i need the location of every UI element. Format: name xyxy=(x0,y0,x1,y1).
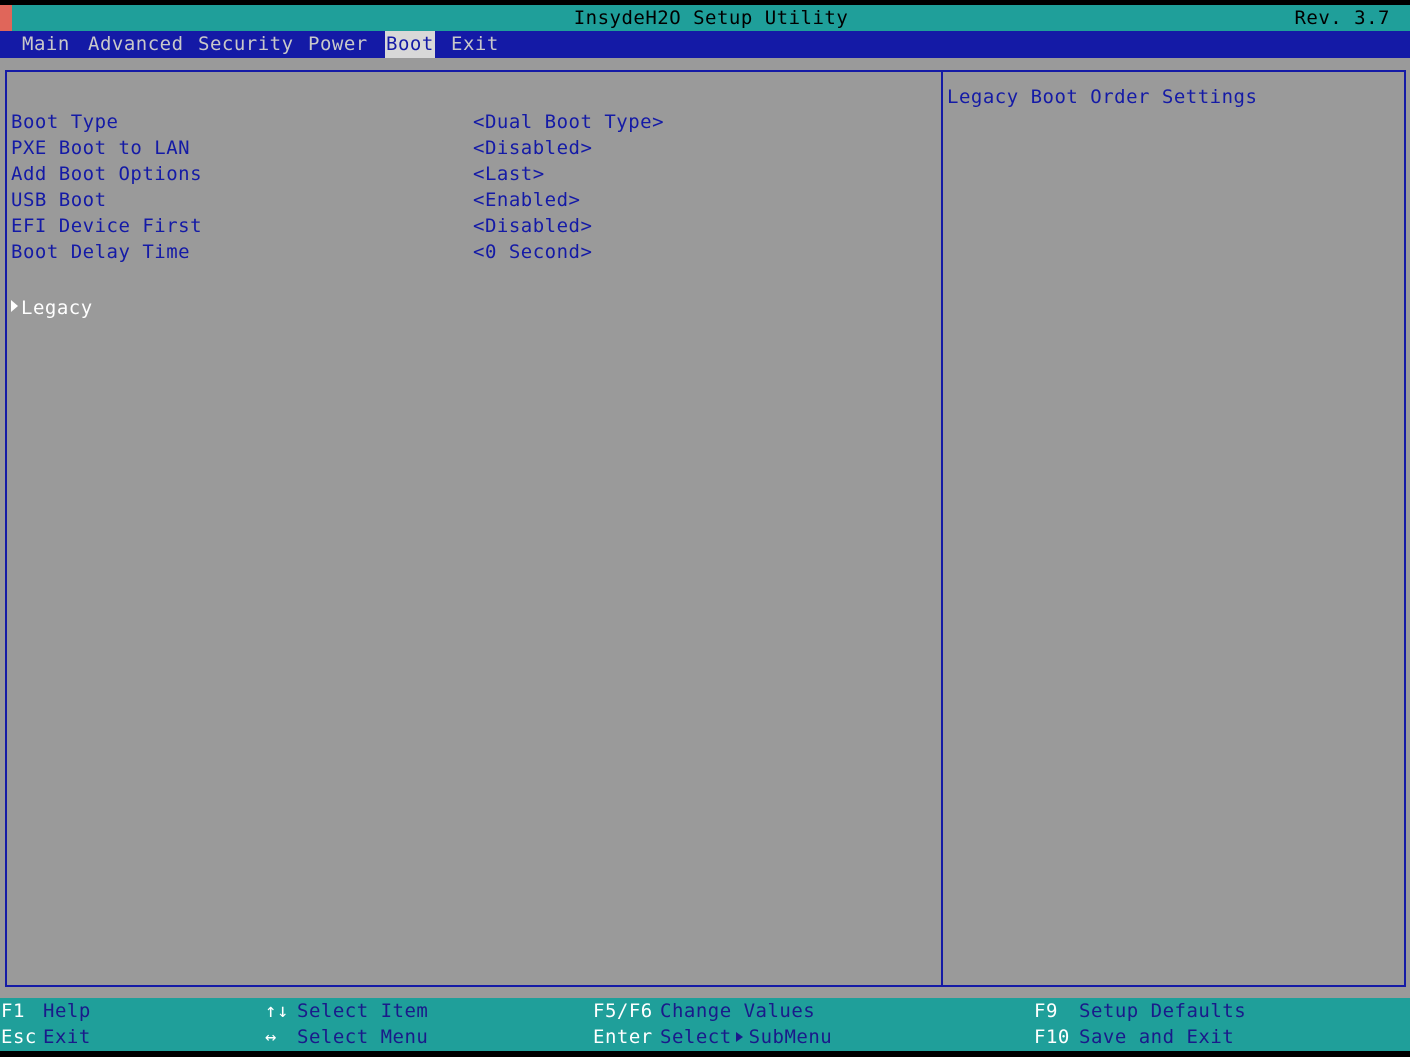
help-panel xyxy=(941,70,1406,987)
submenu-text: SubMenu xyxy=(748,1026,833,1048)
help-description: Legacy Boot Order Settings xyxy=(947,86,1258,108)
corner-mark xyxy=(0,5,12,31)
submenu-legacy[interactable]: Legacy xyxy=(11,297,93,319)
settings-content: Boot Type <Dual Boot Type> PXE Boot to L… xyxy=(0,58,1410,998)
usb-boot-value[interactable]: <Enabled> xyxy=(473,189,580,211)
tab-main[interactable]: Main xyxy=(21,31,71,58)
select-text: Select xyxy=(660,1026,732,1048)
left-right-arrows-icon: ↔ xyxy=(265,1026,277,1048)
select-menu-label: Select Menu xyxy=(297,1026,429,1048)
boot-type-label[interactable]: Boot Type xyxy=(11,111,118,133)
add-boot-options-label[interactable]: Add Boot Options xyxy=(11,163,202,185)
boot-type-value[interactable]: <Dual Boot Type> xyxy=(473,111,664,133)
f1-help-label: Help xyxy=(43,1000,91,1022)
esc-key: Esc xyxy=(1,1026,37,1048)
save-and-exit-label: Save and Exit xyxy=(1079,1026,1235,1048)
efi-device-first-value[interactable]: <Disabled> xyxy=(473,215,592,237)
enter-key: Enter xyxy=(593,1026,653,1048)
tab-power[interactable]: Power xyxy=(307,31,369,58)
f10-key: F10 xyxy=(1034,1026,1070,1048)
screen-frame-bottom xyxy=(0,1051,1410,1057)
title-bar: InsydeH2O Setup Utility Rev. 3.7 xyxy=(12,5,1410,31)
pxe-boot-value[interactable]: <Disabled> xyxy=(473,137,592,159)
f9-key: F9 xyxy=(1034,1000,1058,1022)
tab-exit[interactable]: Exit xyxy=(450,31,500,58)
change-values-label: Change Values xyxy=(660,1000,816,1022)
tab-advanced[interactable]: Advanced xyxy=(87,31,185,58)
f1-key: F1 xyxy=(1,1000,25,1022)
submenu-legacy-label: Legacy xyxy=(21,297,93,319)
tab-boot[interactable]: Boot xyxy=(385,31,435,58)
setup-defaults-label: Setup Defaults xyxy=(1079,1000,1247,1022)
boot-delay-time-value[interactable]: <0 Second> xyxy=(473,241,592,263)
usb-boot-label[interactable]: USB Boot xyxy=(11,189,107,211)
boot-delay-time-label[interactable]: Boot Delay Time xyxy=(11,241,190,263)
up-down-arrows-icon: ↑↓ xyxy=(265,1000,289,1022)
select-item-label: Select Item xyxy=(297,1000,429,1022)
revision-label: Rev. 3.7 xyxy=(1294,7,1390,29)
key-help-footer: F1 Help Esc Exit ↑↓ Select Item ↔ Select… xyxy=(0,998,1410,1051)
f5-f6-key: F5/F6 xyxy=(593,1000,653,1022)
add-boot-options-value[interactable]: <Last> xyxy=(473,163,545,185)
utility-title: InsydeH2O Setup Utility xyxy=(573,7,849,29)
select-submenu-label: Select SubMenu xyxy=(660,1026,832,1048)
esc-exit-label: Exit xyxy=(43,1026,91,1048)
efi-device-first-label[interactable]: EFI Device First xyxy=(11,215,202,237)
pxe-boot-label[interactable]: PXE Boot to LAN xyxy=(11,137,190,159)
menu-bar: Main Advanced Security Power Boot Exit xyxy=(0,31,1410,58)
tab-security[interactable]: Security xyxy=(197,31,295,58)
triangle-right-icon xyxy=(735,1032,743,1042)
triangle-right-icon xyxy=(11,300,18,312)
